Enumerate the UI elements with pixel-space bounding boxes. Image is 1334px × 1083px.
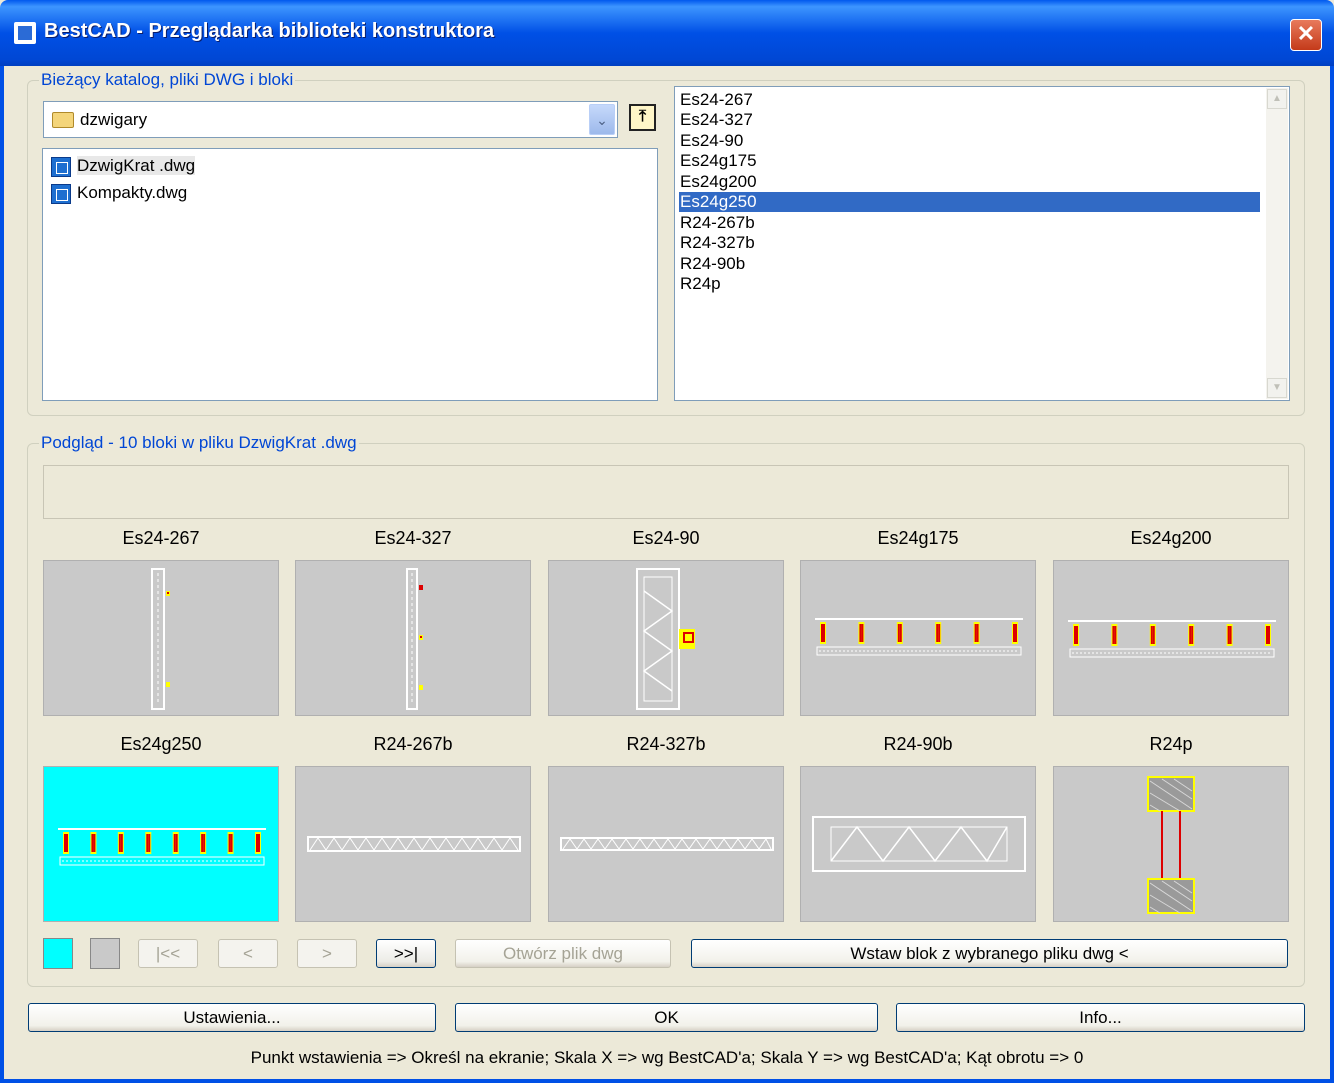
beam-preview-columns	[815, 618, 1023, 656]
beam-preview-columns	[1068, 620, 1276, 658]
close-button[interactable]: ✕	[1290, 19, 1322, 51]
ok-button[interactable]: OK	[455, 1003, 878, 1032]
thumbnail-label: Es24-267	[122, 528, 200, 548]
status-line: Punkt wstawienia => Określ na ekranie; S…	[250, 1048, 1084, 1067]
thumbnail-r24p[interactable]	[1053, 766, 1289, 922]
thumbnail-label: Es24-327	[374, 528, 452, 548]
block-item[interactable]: Es24g175	[679, 151, 1260, 171]
block-item[interactable]: Es24-267	[679, 90, 1260, 110]
thumbnail-label: R24-267b	[373, 734, 453, 754]
previous-page-button[interactable]: <	[218, 939, 278, 968]
scroll-down-icon[interactable]: ▼	[1267, 378, 1287, 398]
truss-preview-vertical	[406, 568, 423, 710]
preview-info-bar	[43, 465, 1289, 519]
title-bar: BestCAD - Przeglądarka biblioteki konstr…	[0, 0, 1334, 66]
vertical-scrollbar[interactable]: ▲ ▼	[1266, 88, 1288, 399]
block-list[interactable]: Es24-267 Es24-327 Es24-90 Es24g175 Es24g…	[674, 86, 1290, 401]
info-button[interactable]: Info...	[896, 1003, 1305, 1032]
window-title: BestCAD - Przeglądarka biblioteki konstr…	[44, 20, 495, 42]
file-name: Kompakty.dwg	[77, 183, 188, 202]
thumbnail-es24g175[interactable]	[800, 560, 1036, 716]
truss-preview-vertical	[151, 568, 170, 710]
block-item[interactable]: Es24-327	[679, 110, 1260, 130]
folder-icon	[52, 112, 74, 128]
catalog-group-label: Bieżący katalog, pliki DWG i bloki	[39, 70, 296, 90]
background-color-swatch[interactable]	[90, 938, 120, 969]
block-item[interactable]: R24-327b	[679, 233, 1260, 253]
up-folder-button[interactable]: ⤒	[629, 104, 656, 131]
thumbnail-r24-267b[interactable]	[295, 766, 531, 922]
folder-combobox[interactable]: dzwigary ⌄	[43, 101, 618, 138]
block-item[interactable]: Es24g200	[679, 172, 1260, 192]
file-list[interactable]: DzwigKrat .dwg Kompakty.dwg	[42, 148, 658, 401]
thumbnail-r24-90b[interactable]	[800, 766, 1036, 922]
settings-button[interactable]: Ustawienia...	[28, 1003, 436, 1032]
open-dwg-button[interactable]: Otwórz plik dwg	[455, 939, 671, 968]
column-preview	[1147, 776, 1195, 914]
file-item[interactable]: Kompakty.dwg	[51, 180, 187, 206]
scroll-up-icon[interactable]: ▲	[1267, 89, 1287, 109]
thumbnail-label: Es24-90	[632, 528, 700, 548]
truss-preview-vertical	[636, 568, 695, 710]
dwg-file-icon	[51, 183, 71, 204]
next-page-button[interactable]: >	[297, 939, 357, 968]
insert-block-button[interactable]: Wstaw blok z wybranego pliku dwg <	[691, 939, 1288, 968]
thumbnail-label: R24p	[1149, 734, 1193, 754]
file-name: DzwigKrat .dwg	[77, 156, 196, 175]
block-item[interactable]: R24p	[679, 274, 1260, 294]
thumbnail-label: Es24g250	[120, 734, 202, 754]
truss-preview-horizontal	[812, 816, 1026, 872]
block-item[interactable]: R24-90b	[679, 254, 1260, 274]
thumbnail-es24-90[interactable]	[548, 560, 784, 716]
thumbnail-label: R24-327b	[626, 734, 706, 754]
preview-group-label: Podgląd - 10 bloki w pliku DzwigKrat .dw…	[39, 433, 359, 453]
truss-preview-horizontal	[560, 837, 774, 851]
thumbnail-es24g250-selected[interactable]	[43, 766, 279, 922]
thumbnail-es24-267[interactable]	[43, 560, 279, 716]
thumbnail-r24-327b[interactable]	[548, 766, 784, 922]
app-icon	[14, 22, 36, 44]
thumbnail-label: Es24g175	[877, 528, 959, 548]
background-color-swatch-selected[interactable]	[43, 938, 73, 969]
beam-preview-columns	[58, 828, 266, 866]
last-page-button[interactable]: >>|	[376, 939, 436, 968]
chevron-down-icon[interactable]: ⌄	[589, 104, 615, 135]
thumbnail-label: Es24g200	[1130, 528, 1212, 548]
thumbnail-es24-327[interactable]	[295, 560, 531, 716]
first-page-button[interactable]: |<<	[138, 939, 198, 968]
folder-value: dzwigary	[80, 110, 148, 129]
block-item[interactable]: Es24-90	[679, 131, 1260, 151]
truss-preview-horizontal	[307, 836, 521, 852]
dwg-file-icon	[51, 156, 71, 177]
thumbnail-es24g200[interactable]	[1053, 560, 1289, 716]
block-item[interactable]: R24-267b	[679, 213, 1260, 233]
block-item-selected[interactable]: Es24g250	[679, 192, 1260, 212]
thumbnail-label: R24-90b	[883, 734, 953, 754]
file-item[interactable]: DzwigKrat .dwg	[51, 153, 196, 179]
